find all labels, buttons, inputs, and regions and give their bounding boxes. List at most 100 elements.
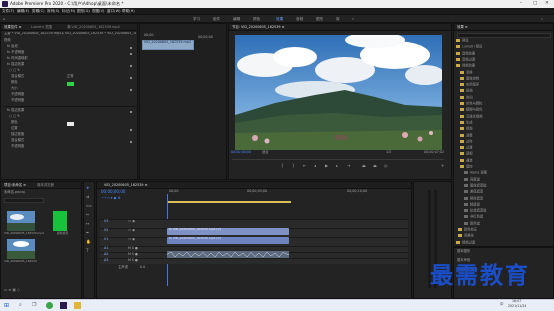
- track-lane[interactable]: [100, 219, 408, 228]
- menu-sequence[interactable]: 序列(S): [47, 9, 59, 13]
- go-to-out-icon[interactable]: ⇥: [347, 163, 350, 169]
- type-tool-icon[interactable]: T: [86, 248, 88, 254]
- go-to-in-icon[interactable]: ⇤: [303, 163, 306, 169]
- search-icon[interactable]: ⌕: [541, 17, 543, 21]
- ws-more[interactable]: »: [352, 17, 354, 21]
- track-controls[interactable]: ▭ ◉: [128, 228, 135, 235]
- effects-search-input[interactable]: [457, 33, 551, 38]
- project-thumb-color-matte[interactable]: [53, 211, 67, 231]
- program-timecode-current[interactable]: 00;00;00;00: [231, 150, 251, 157]
- blend-mode-value[interactable]: 正常: [67, 74, 74, 81]
- tab-project[interactable]: 项目:未命名 ≡: [4, 183, 26, 187]
- folder-icon: [460, 108, 464, 112]
- timeline-tool-icons[interactable]: ⟶ ∩ ▾ ◆ ⚙: [101, 196, 121, 202]
- premiere-taskbar-icon[interactable]: [60, 302, 67, 309]
- tab-program[interactable]: 节目: VID_20200605_162539 ≡: [232, 25, 284, 29]
- essential-graphics-tab[interactable]: 基本图形: [457, 249, 470, 256]
- menu-file[interactable]: 文件(F): [2, 9, 14, 13]
- menu-clip[interactable]: 剪辑(C): [32, 9, 45, 13]
- home-icon[interactable]: ⌂: [3, 17, 5, 21]
- program-fit-dropdown[interactable]: 适合: [262, 150, 269, 157]
- track-label[interactable]: A3: [104, 258, 108, 265]
- extract-icon[interactable]: ⏏: [373, 163, 377, 169]
- tab-source[interactable]: 源:VID_20200605_162539.mp4: [67, 25, 120, 29]
- work-area-bar[interactable]: [167, 201, 291, 203]
- step-back-icon[interactable]: ◂: [314, 163, 316, 169]
- track-select-tool-icon[interactable]: ⇉: [86, 194, 89, 200]
- track-controls[interactable]: ▭ ◉: [128, 237, 135, 244]
- track-lane[interactable]: [100, 258, 408, 264]
- play-icon[interactable]: ▶: [325, 163, 328, 169]
- menu-help[interactable]: 帮助(H): [122, 9, 135, 13]
- track-label[interactable]: V1: [104, 237, 108, 244]
- effects-list-label: 轨道遮罩键: [470, 208, 487, 213]
- tab-effect-controls[interactable]: 效果控件 ≡: [4, 25, 21, 29]
- step-forward-icon[interactable]: ▸: [336, 163, 338, 169]
- stroke-color-swatch[interactable]: [67, 82, 74, 86]
- ws-editing[interactable]: 编辑: [233, 17, 240, 21]
- pen-tool-icon[interactable]: ✒: [86, 230, 89, 236]
- chrome-icon[interactable]: [46, 302, 53, 309]
- effects-list-item[interactable]: 视频过渡: [456, 240, 475, 247]
- timeline-clip-v1[interactable]: fx VID_20200605_162539.mp4 [V]: [167, 237, 289, 244]
- project-footer-icons[interactable]: ▭ ≡ ▦ ○: [4, 288, 20, 292]
- track-label[interactable]: V2: [104, 228, 108, 235]
- ripple-tool-icon[interactable]: ⟺: [86, 203, 92, 209]
- selection-tool-icon[interactable]: ➤: [86, 185, 89, 191]
- reset-icon[interactable]: [130, 129, 132, 131]
- track-label[interactable]: V3: [104, 219, 108, 226]
- stroke-color-swatch-2[interactable]: [67, 122, 74, 126]
- add-button-icon[interactable]: +: [441, 163, 444, 169]
- ws-learn[interactable]: 学习: [193, 17, 200, 21]
- track-controls[interactable]: ▭ ◉: [128, 219, 135, 226]
- menu-marker[interactable]: 标记(M): [62, 9, 75, 13]
- project-thumb-video[interactable]: [7, 211, 35, 231]
- folder-icon[interactable]: [74, 302, 81, 309]
- ws-effects[interactable]: 效果: [276, 17, 283, 21]
- tab-lumetri-scopes[interactable]: Lumetri 范围: [31, 25, 52, 29]
- program-scrub-bar[interactable]: [232, 159, 444, 160]
- razor-tool-icon[interactable]: ✂: [86, 212, 89, 218]
- ws-color[interactable]: 颜色: [253, 17, 260, 21]
- track-controls[interactable]: M S ●: [128, 258, 138, 265]
- project-search-input[interactable]: [4, 198, 44, 203]
- mark-in-icon[interactable]: {: [281, 163, 284, 169]
- master-volume-value[interactable]: 0.0: [140, 265, 145, 272]
- mark-out-icon[interactable]: }: [292, 163, 295, 169]
- reset-icon[interactable]: [130, 65, 132, 67]
- input-language[interactable]: 中: [500, 302, 504, 308]
- reset-icon[interactable]: [130, 141, 132, 143]
- close-icon[interactable]: ✕: [545, 1, 549, 6]
- slip-tool-icon[interactable]: ↔: [86, 221, 89, 227]
- reset-icon[interactable]: [130, 89, 132, 91]
- menu-graphics[interactable]: 图形(G): [77, 9, 90, 13]
- reset-icon[interactable]: [130, 77, 132, 79]
- export-frame-icon[interactable]: ◎: [384, 163, 388, 169]
- ws-audio[interactable]: 音频: [296, 17, 303, 21]
- timeline-audio-clip[interactable]: [166, 251, 290, 258]
- project-thumb-sequence[interactable]: [7, 239, 35, 259]
- minimize-icon[interactable]: –: [520, 1, 522, 6]
- search-taskbar-icon[interactable]: ⌕: [19, 302, 22, 308]
- ws-assembly[interactable]: 组件: [213, 17, 220, 21]
- lift-icon[interactable]: ⏏: [362, 163, 366, 169]
- tab-sequence[interactable]: VID_20200605_162539 ≡: [104, 183, 147, 187]
- menu-view[interactable]: 视图(V): [92, 9, 104, 13]
- program-resolution-dropdown[interactable]: 1/2: [386, 150, 391, 157]
- ws-libraries[interactable]: 库: [336, 17, 340, 21]
- task-view-icon[interactable]: ❐: [32, 302, 36, 308]
- reset-icon[interactable]: [130, 53, 132, 55]
- timeline-clip-v2[interactable]: fx VID_20200605_162539.mp4 [V]: [167, 228, 289, 235]
- hand-tool-icon[interactable]: ✋: [86, 239, 91, 245]
- menu-edit[interactable]: 编辑(E): [17, 9, 29, 13]
- menu-window[interactable]: 窗口(W): [107, 9, 121, 13]
- reset-icon[interactable]: [130, 47, 132, 49]
- ws-graphics[interactable]: 图形: [316, 17, 323, 21]
- reset-icon[interactable]: [130, 111, 132, 113]
- maximize-icon[interactable]: □: [533, 1, 537, 6]
- sequence-thumbnail: [7, 239, 35, 259]
- window-title: Adobe Premiere Pro 2020 - C:\用户\Adhop\桌面…: [10, 1, 124, 6]
- tab-media-browser[interactable]: 媒体浏览器: [37, 183, 54, 187]
- windows-start-icon[interactable]: ⊞: [4, 302, 9, 309]
- tab-effects[interactable]: 效果 ≡: [457, 25, 468, 29]
